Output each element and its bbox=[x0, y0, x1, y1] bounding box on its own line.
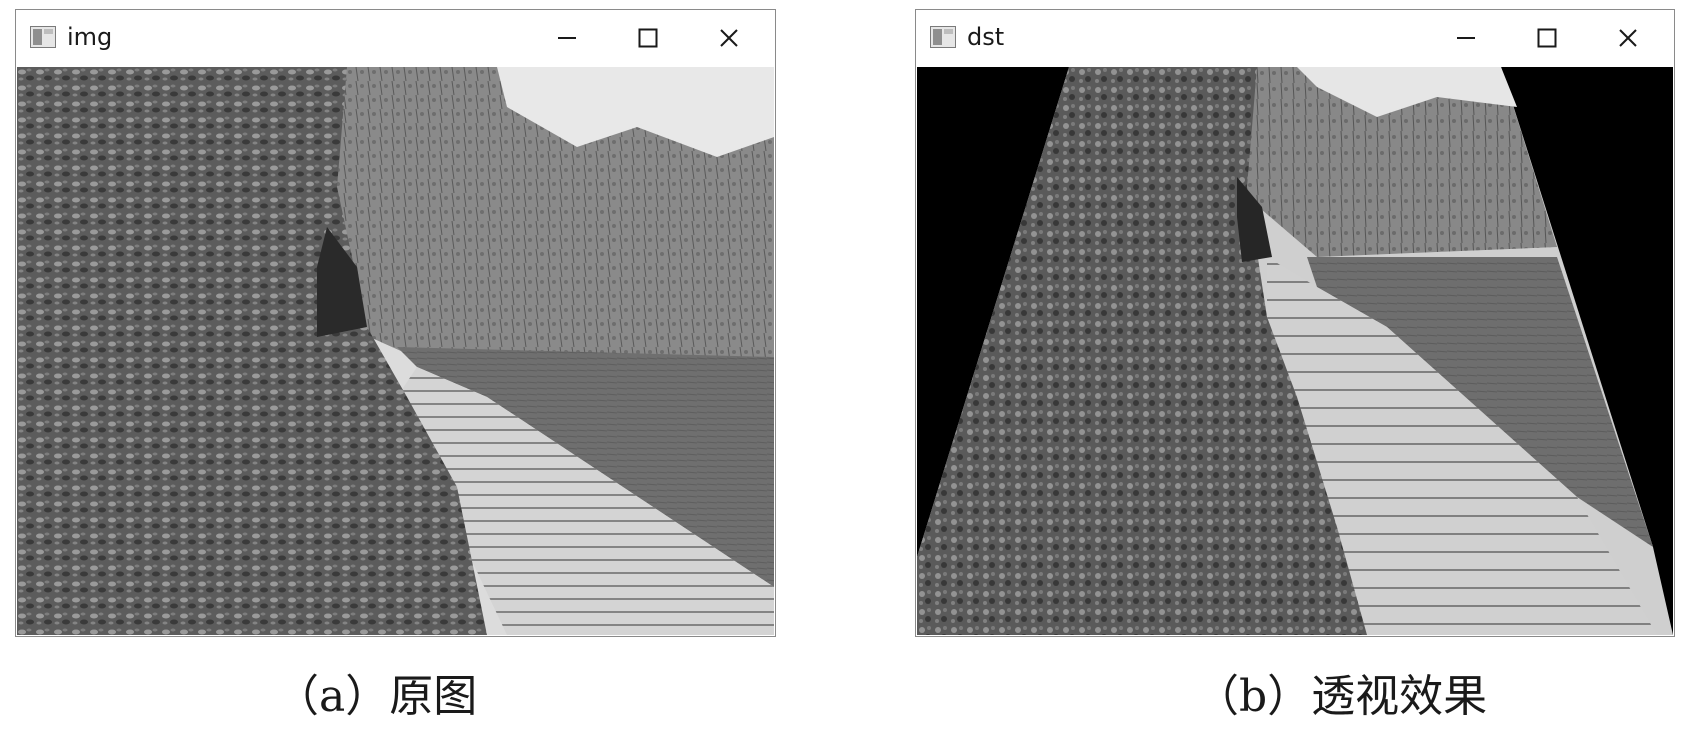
image-canvas bbox=[917, 67, 1673, 635]
app-icon bbox=[930, 26, 956, 48]
app-icon bbox=[30, 26, 56, 48]
maximize-icon bbox=[1537, 28, 1557, 48]
maximize-icon bbox=[638, 28, 658, 48]
maximize-button[interactable] bbox=[1517, 18, 1577, 58]
img-window: img bbox=[15, 9, 776, 637]
minimize-button[interactable] bbox=[1436, 18, 1496, 58]
title-bar[interactable]: dst bbox=[916, 10, 1674, 67]
close-button[interactable] bbox=[1598, 18, 1658, 58]
park-boardwalk-photo bbox=[17, 67, 774, 635]
caption-b: （b）透视效果 bbox=[1195, 671, 1488, 722]
title-bar[interactable]: img bbox=[16, 10, 775, 67]
window-title: img bbox=[67, 23, 113, 51]
dst-window: dst bbox=[915, 9, 1675, 637]
window-title: dst bbox=[967, 23, 1005, 51]
close-icon bbox=[720, 29, 738, 47]
minimize-icon bbox=[1457, 37, 1475, 39]
maximize-button[interactable] bbox=[618, 18, 678, 58]
image-canvas bbox=[17, 67, 774, 635]
close-button[interactable] bbox=[699, 18, 759, 58]
close-icon bbox=[1619, 29, 1637, 47]
perspective-warped-photo bbox=[917, 67, 1673, 635]
minimize-icon bbox=[558, 37, 576, 39]
caption-a: （a）原图 bbox=[275, 671, 478, 722]
minimize-button[interactable] bbox=[537, 18, 597, 58]
